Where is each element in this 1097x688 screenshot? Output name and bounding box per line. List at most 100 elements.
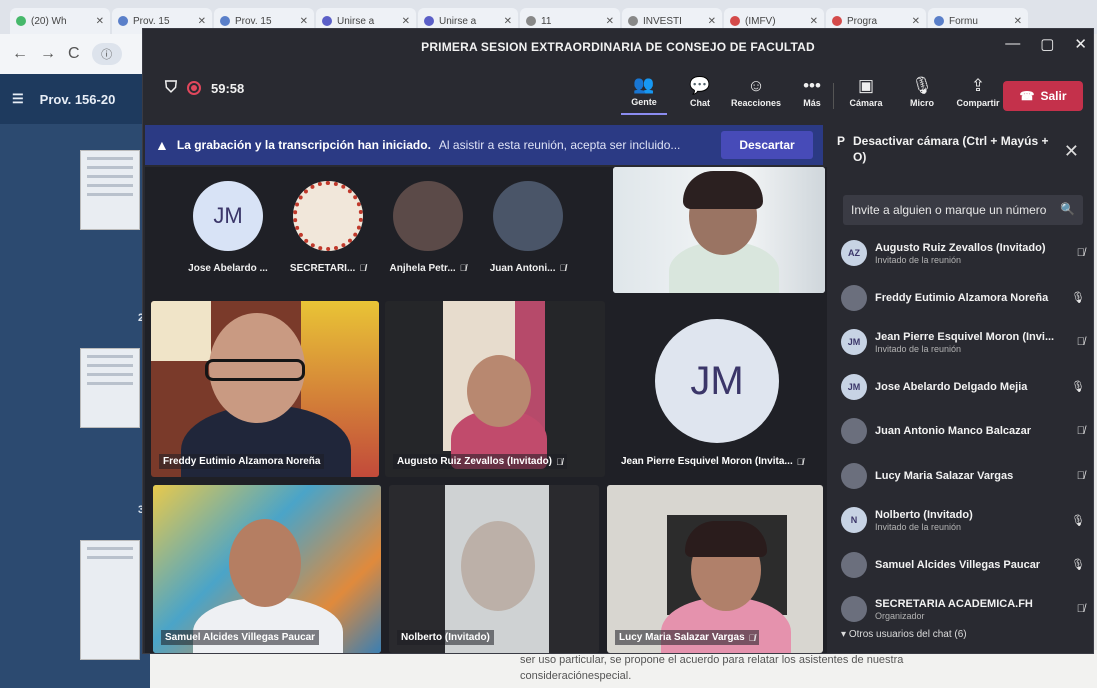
participant-list: AZ Augusto Ruiz Zevallos (Invitado) Invita… xyxy=(841,231,1089,632)
close-tab-icon[interactable]: ✕ xyxy=(96,16,104,27)
reload-icon[interactable]: C xyxy=(68,45,80,63)
participant-avatar[interactable]: SECRETARI... 🎙̸ xyxy=(273,181,383,291)
close-icon[interactable]: ✕ xyxy=(1074,35,1087,53)
document-title: Prov. 156-20 xyxy=(39,91,116,107)
tab-label: (20) Wh xyxy=(31,15,67,27)
participant-name: Freddy Eutimio Alzamora Noreña xyxy=(163,456,321,467)
menu-icon[interactable]: ☰ xyxy=(12,91,24,107)
participant-name: Samuel Alcides Villegas Paucar xyxy=(875,558,1041,571)
toolbar-label: Reacciones xyxy=(730,97,782,108)
participant-name: SECRETARI... xyxy=(289,263,356,274)
reactions-button[interactable]: ☺ Reacciones xyxy=(730,69,782,115)
tab-label: Formu xyxy=(949,15,978,27)
video-tile[interactable] xyxy=(613,167,825,293)
shield-icon[interactable]: ⛉ xyxy=(165,79,177,97)
search-icon[interactable]: 🔍 xyxy=(1060,202,1075,216)
back-icon[interactable]: ← xyxy=(12,45,28,63)
close-tab-icon[interactable]: ✕ xyxy=(912,16,920,27)
close-tab-icon[interactable]: ✕ xyxy=(606,16,614,27)
close-icon[interactable]: ✕ xyxy=(1064,141,1079,162)
more-button[interactable]: ••• Más xyxy=(789,69,835,115)
dismiss-button[interactable]: Descartar xyxy=(721,131,813,159)
avatar: N xyxy=(841,507,867,534)
participant-name: Juan Antonio Manco Balcazar xyxy=(875,425,1032,438)
browser-tab[interactable]: (20) Wh ✕ xyxy=(10,8,110,34)
close-tab-icon[interactable]: ✕ xyxy=(810,16,818,27)
participant-item[interactable]: AZ Augusto Ruiz Zevallos (Invitado) Invita… xyxy=(841,231,1089,276)
phone-hangup-icon: ☎ xyxy=(1019,89,1035,103)
leave-button[interactable]: ☎ Salir xyxy=(1003,81,1083,111)
page-thumbnail[interactable] xyxy=(80,348,140,428)
close-tab-icon[interactable]: ✕ xyxy=(198,16,206,27)
avatar xyxy=(841,284,867,311)
mic-off-icon: 🎙̸ xyxy=(1076,425,1085,438)
mic-icon: 🎙 xyxy=(1071,559,1085,572)
camera-icon: ▣ xyxy=(857,75,875,95)
people-panel: P Desactivar cámara (Ctrl + Mayús + O) ✕… xyxy=(831,125,1093,653)
participant-item[interactable]: Freddy Eutimio Alzamora Noreña 🎙 xyxy=(841,276,1089,321)
camera-button[interactable]: ▣ Cámara xyxy=(843,69,889,115)
maximize-icon[interactable]: ▢ xyxy=(1040,35,1054,53)
forward-icon[interactable]: → xyxy=(40,45,56,63)
participant-name: Anjhela Petr... xyxy=(389,263,456,274)
mic-off-icon: 🎙̸ xyxy=(359,263,367,273)
toolbar-group: 👥 Gente 💬 Chat ☺ Reacciones ••• Más xyxy=(621,69,835,115)
video-tile[interactable]: Nolberto (Invitado) xyxy=(389,485,599,653)
avatar xyxy=(293,181,363,251)
page-thumbnail[interactable] xyxy=(80,150,140,230)
tab-favicon-icon xyxy=(526,16,536,26)
avatar-row: JM Jose Abelardo ... SECRETARI... 🎙̸ Anjhela… xyxy=(145,167,613,301)
chat-icon: 💬 xyxy=(689,75,711,95)
participant-item[interactable]: SECRETARIA ACADEMICA.FH Organizador 🎙̸ xyxy=(841,587,1089,632)
mic-icon: 🎙 xyxy=(1071,514,1085,527)
people-button[interactable]: 👥 Gente xyxy=(621,69,667,115)
mic-icon: 🎙 xyxy=(1071,292,1085,305)
participant-name: Jose Abelardo Delgado Mejia xyxy=(875,380,1028,393)
close-tab-icon[interactable]: ✕ xyxy=(708,16,716,27)
chat-button[interactable]: 💬 Chat xyxy=(677,69,723,115)
invite-input[interactable]: Invite a alguien o marque un número 🔍 xyxy=(843,195,1083,225)
page-thumbnail[interactable] xyxy=(80,540,140,660)
document-line: consideraciónespecial. xyxy=(520,670,632,682)
tab-label: Prov. 15 xyxy=(133,15,170,27)
document-thumbnail-pane: 2 3 xyxy=(0,124,150,688)
share-button[interactable]: ⇪ Compartir xyxy=(955,69,1001,115)
tab-label: Unirse a xyxy=(337,15,375,27)
participant-item[interactable]: Lucy Maria Salazar Vargas 🎙̸ xyxy=(841,454,1089,499)
participant-name: Samuel Alcides Villegas Paucar xyxy=(165,632,316,643)
toolbar-label: Cámara xyxy=(849,97,883,108)
participant-item[interactable]: Juan Antonio Manco Balcazar 🎙̸ xyxy=(841,409,1089,454)
participant-item[interactable]: N Nolberto (Invitado) Invitado de la reuni… xyxy=(841,498,1089,543)
mic-off-icon: 🎙̸ xyxy=(1076,603,1085,616)
others-toggle[interactable]: ▾ Otros usuarios del chat (6) xyxy=(841,629,967,640)
participant-item[interactable]: Samuel Alcides Villegas Paucar 🎙 xyxy=(841,543,1089,588)
close-tab-icon[interactable]: ✕ xyxy=(504,16,512,27)
mic-button[interactable]: 🎙 Micro xyxy=(899,69,945,115)
close-tab-icon[interactable]: ✕ xyxy=(1014,16,1022,27)
tab-label: (IMFV) xyxy=(745,15,776,27)
mic-icon: 🎙 xyxy=(1071,381,1085,394)
video-tile[interactable]: Freddy Eutimio Alzamora Noreña xyxy=(151,301,379,477)
video-tile[interactable]: Samuel Alcides Villegas Paucar xyxy=(153,485,381,653)
window-controls: — ▢ ✕ xyxy=(1005,35,1087,53)
avatar xyxy=(393,181,463,251)
video-tile[interactable]: Augusto Ruiz Zevallos (Invitado) 🎙̸ xyxy=(385,301,605,477)
site-info-icon[interactable]: ⓘ xyxy=(91,43,122,65)
participant-avatar[interactable]: Juan Antoni... 🎙̸ xyxy=(473,181,583,291)
mic-off-icon: 🎙̸ xyxy=(796,456,804,467)
mic-off-icon: 🎙̸ xyxy=(748,632,756,643)
avatar: JM xyxy=(193,181,263,251)
video-tile[interactable]: Lucy Maria Salazar Vargas 🎙̸ xyxy=(607,485,823,653)
close-tab-icon[interactable]: ✕ xyxy=(300,16,308,27)
participant-item[interactable]: JM Jose Abelardo Delgado Mejia 🎙 xyxy=(841,365,1089,410)
participant-avatar[interactable]: JM Jose Abelardo ... xyxy=(173,181,283,291)
close-tab-icon[interactable]: ✕ xyxy=(402,16,410,27)
tab-favicon-icon xyxy=(322,16,332,26)
participant-avatar[interactable]: Anjhela Petr... 🎙̸ xyxy=(373,181,483,291)
participant-item[interactable]: JM Jean Pierre Esquivel Moron (Invi... Inv… xyxy=(841,320,1089,365)
participant-name: Jose Abelardo ... xyxy=(188,263,268,274)
participant-role: Invitado de la reunión xyxy=(875,343,962,354)
minimize-icon[interactable]: — xyxy=(1005,35,1020,53)
video-tile[interactable]: JM Jean Pierre Esquivel Moron (Invita...… xyxy=(609,301,823,477)
avatar: JM xyxy=(841,329,867,356)
